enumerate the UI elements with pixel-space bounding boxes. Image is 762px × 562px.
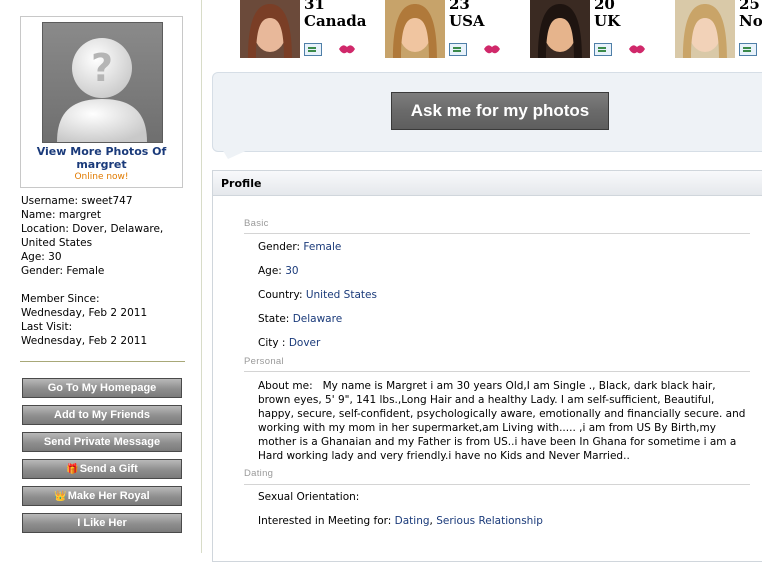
last-visit-date: Wednesday, Feb 2 2011 [21,335,148,347]
age-text: Age: 30 [21,251,62,263]
make-her-royal-button[interactable]: 👑Make Her Royal [22,486,182,506]
message-icon[interactable] [304,43,322,56]
last-visit-label: Last Visit: [21,321,73,333]
bubble-tail [222,149,250,159]
view-more-photos-link[interactable]: View More Photos Of margret [21,145,182,171]
make-her-royal-label: Make Her Royal [67,490,150,502]
personal-section-line [244,371,750,372]
default-avatar-image[interactable]: ? [42,22,163,143]
member-photo[interactable] [530,0,590,58]
go-to-homepage-button[interactable]: Go To My Homepage [22,378,182,398]
sidebar-divider [20,361,185,362]
gender-value: Female [303,241,342,253]
interested-serious-link[interactable]: Serious Relationship [436,515,543,527]
state-field: State: Delaware [258,313,342,325]
country-field: Country: United States [258,289,377,301]
member-since-label: Member Since: [21,293,100,305]
name-text: Name: margret [21,209,101,221]
go-to-homepage-label: Go To My Homepage [47,382,157,394]
user-info: Username: sweet747 Name: margret Locatio… [21,194,196,278]
age-value: 30 [285,265,299,277]
message-icon[interactable] [594,43,612,56]
state-value: Delaware [292,313,343,325]
interested-dating-link[interactable]: Dating [395,515,430,527]
member-photo[interactable] [385,0,445,58]
username-text: Username: sweet747 [21,195,133,207]
member-photo[interactable] [240,0,300,58]
basic-section-line [244,233,750,234]
profile-sidebar: ? View More Photos Of margret Online now… [0,0,202,553]
kiss-icon[interactable] [338,43,356,55]
member-info: Member Since: Wednesday, Feb 2 2011 Last… [21,292,196,348]
state-label: State: [258,313,290,325]
i-like-her-button[interactable]: I Like Her [22,513,182,533]
message-icon[interactable] [739,43,757,56]
interested-field: Interested in Meeting for: Dating, Serio… [258,515,543,527]
profile-title: Profile [221,177,262,190]
kiss-icon[interactable] [628,43,646,55]
member-photo[interactable] [675,0,735,58]
about-me-label: About me: [258,380,313,392]
orientation-field: Sexual Orientation: [258,491,359,503]
country-label: Country: [258,289,303,301]
gender-field: Gender: Female [258,241,341,253]
send-gift-button[interactable]: 🎁Send a Gift [22,459,182,479]
location-text: Location: Dover, Delaware, United States [21,223,164,249]
member-country: No [739,12,762,30]
ask-for-photos-label: Ask me for my photos [410,101,590,120]
city-field: City : Dover [258,337,320,349]
profile-photo-box: ? View More Photos Of margret Online now… [20,16,183,188]
question-mark-person-icon: ? [57,38,147,142]
basic-section-label: Basic [244,218,269,229]
profile-header: Profile [213,171,762,196]
about-me-text: About me: My name is Margret i am 30 yea… [258,379,748,463]
add-to-friends-button[interactable]: Add to My Friends [22,405,182,425]
svg-text:?: ? [91,46,113,90]
send-private-message-label: Send Private Message [43,436,161,448]
member-since-date: Wednesday, Feb 2 2011 [21,307,148,319]
age-field: Age: 30 [258,265,299,277]
member-country: USA [449,12,485,30]
send-private-message-button[interactable]: Send Private Message [22,432,182,452]
city-label: City : [258,337,286,349]
interested-label: Interested in Meeting for: [258,515,392,527]
ask-for-photos-button[interactable]: Ask me for my photos [391,92,609,130]
city-value: Dover [288,337,321,349]
member-country: Canada [304,12,367,30]
profile-panel: Profile [212,170,762,562]
kiss-icon[interactable] [483,43,501,55]
i-like-her-label: I Like Her [77,517,127,529]
dating-section-line [244,484,750,485]
personal-section-label: Personal [244,356,284,367]
message-icon[interactable] [449,43,467,56]
member-country: UK [594,12,621,30]
age-label: Age: [258,265,282,277]
gender-text: Gender: Female [21,265,105,277]
gender-label: Gender: [258,241,301,253]
about-me-value: My name is Margret i am 30 years Old,I a… [258,380,746,462]
orientation-label: Sexual Orientation: [258,491,360,503]
online-status: Online now! [74,172,129,182]
country-value: United States [305,289,377,301]
gift-icon: 🎁 [66,464,79,475]
dating-section-label: Dating [244,468,274,479]
send-gift-label: Send a Gift [79,463,138,475]
royal-icon: 👑 [54,491,67,502]
add-to-friends-label: Add to My Friends [54,409,150,421]
interested-separator: , [429,515,433,527]
